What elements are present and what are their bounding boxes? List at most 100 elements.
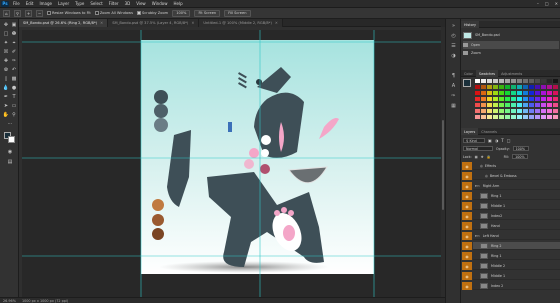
opacity-input[interactable]: 100% [512,146,529,151]
color-swatch[interactable] [517,103,522,107]
visibility-eye-icon[interactable]: ◉ [462,242,472,250]
color-swatch[interactable] [499,115,504,119]
color-swatch[interactable] [541,103,546,107]
color-swatch[interactable] [553,109,558,113]
color-swatch[interactable] [493,103,498,107]
color-swatch[interactable] [547,115,552,119]
character-panel-icon[interactable]: A [450,83,457,89]
color-swatch[interactable] [535,115,540,119]
color-swatch[interactable] [475,91,480,95]
tab-layers[interactable]: Layers [461,128,479,135]
color-swatch[interactable] [529,97,534,101]
collapse-icon[interactable]: » [450,23,457,29]
color-swatch[interactable] [487,85,492,89]
color-swatch[interactable] [481,97,486,101]
color-swatch[interactable] [541,91,546,95]
folder-icon[interactable]: ▾▭ [475,184,480,188]
history-panel-icon[interactable]: ◴ [450,33,457,39]
menu-help[interactable]: Help [173,1,182,6]
color-swatch[interactable] [553,97,558,101]
layer-row[interactable]: Middle 1 [473,202,560,210]
color-swatch[interactable] [487,103,492,107]
layer-row[interactable]: Middle 1 [473,272,560,280]
close-tab-icon[interactable]: ✕ [191,21,194,25]
lock-position-icon[interactable]: ✥ [481,155,484,159]
lock-pixels-icon[interactable]: ▦ [475,155,478,159]
eyedropper-icon[interactable]: ✐ [10,49,18,56]
color-swatch[interactable] [475,109,480,113]
color-swatch[interactable] [481,79,486,83]
color-swatch[interactable] [517,79,522,83]
menu-image[interactable]: Image [39,1,52,6]
close-tab-icon[interactable]: ✕ [275,21,278,25]
color-swatch[interactable] [487,115,492,119]
more-tools-icon[interactable]: ⋯ [6,121,14,128]
tab-adjustments[interactable]: Adjustments [498,70,525,77]
color-swatch[interactable] [511,79,516,83]
type-filter-icon[interactable]: T [501,138,503,143]
color-swatch[interactable] [481,109,486,113]
close-tab-icon[interactable]: ✕ [100,21,103,25]
color-swatch[interactable] [541,97,546,101]
history-snapshot[interactable]: SM_Bondo.psd [463,31,559,39]
marquee-tool-icon[interactable]: □ [2,31,10,38]
scrubby-zoom-option[interactable]: Scrubby Zoom [136,10,168,17]
color-swatch[interactable] [529,91,534,95]
color-swatch[interactable] [535,109,540,113]
color-swatch[interactable] [523,85,528,89]
paragraph-panel-icon[interactable]: ¶ [450,73,457,79]
color-swatch[interactable] [475,97,480,101]
layer-row[interactable]: Ring 2 [473,242,560,250]
gradient-tool-icon[interactable]: ▩ [10,76,18,83]
visibility-eye-icon[interactable]: ◉ [462,232,472,240]
background-color-swatch[interactable] [8,136,15,143]
color-swatch[interactable] [517,115,522,119]
fill-input[interactable]: 100% [512,154,529,159]
tab-color[interactable]: Color [461,70,476,77]
scrollbar-thumb[interactable] [442,120,444,210]
pen-tool-icon[interactable]: ✒ [2,94,10,101]
quick-select-icon[interactable]: ✦ [2,40,10,47]
color-swatch[interactable] [535,103,540,107]
color-swatch[interactable] [553,115,558,119]
color-swatch[interactable] [517,97,522,101]
color-swatch[interactable] [505,85,510,89]
eraser-tool-icon[interactable]: ▯ [2,76,10,83]
layer-kind-filter[interactable]: ⚲ Kind [463,138,485,143]
color-swatch[interactable] [535,91,540,95]
color-swatch[interactable] [475,103,480,107]
color-swatch[interactable] [523,79,528,83]
color-swatch[interactable] [487,97,492,101]
layer-row[interactable]: ◎ Bevel & Emboss [473,172,560,180]
color-swatch[interactable] [481,85,486,89]
color-swatch[interactable] [547,85,552,89]
ruler-vertical[interactable] [19,27,22,297]
color-swatch[interactable] [523,109,528,113]
home-icon[interactable]: ⌂ [3,9,10,17]
visibility-eye-icon[interactable]: ◉ [462,212,472,220]
visibility-eye-icon[interactable]: ◉ [462,262,472,270]
color-swatch[interactable] [535,79,540,83]
color-swatch[interactable] [529,79,534,83]
color-swatch[interactable] [487,109,492,113]
brushes-panel-icon[interactable]: ✑ [450,93,457,99]
color-swatch[interactable] [553,103,558,107]
layer-row[interactable]: ▾▭ Left Hand [473,232,560,240]
color-swatch[interactable] [535,85,540,89]
lasso-tool-icon[interactable]: ❶ [10,31,18,38]
dodge-tool-icon[interactable]: ● [10,85,18,92]
maximize-icon[interactable]: □ [545,1,549,6]
visibility-eye-icon[interactable]: ◉ [462,252,472,260]
layer-row[interactable]: Ring 1 [473,252,560,260]
color-swatch[interactable] [493,91,498,95]
crop-tool-icon[interactable]: ⌖ [10,40,18,47]
minimize-icon[interactable]: – [537,1,539,6]
color-swatch[interactable] [529,115,534,119]
resize-windows-checkbox[interactable] [47,11,51,15]
zoom-all-option[interactable]: Zoom All Windows [94,10,133,17]
frame-tool-icon[interactable]: ☒ [2,49,10,56]
color-swatch[interactable] [529,103,534,107]
layer-row[interactable]: ▾▭ Right Arm [473,182,560,190]
color-swatch[interactable] [535,97,540,101]
adjustments-panel-icon[interactable]: ◑ [450,53,457,59]
